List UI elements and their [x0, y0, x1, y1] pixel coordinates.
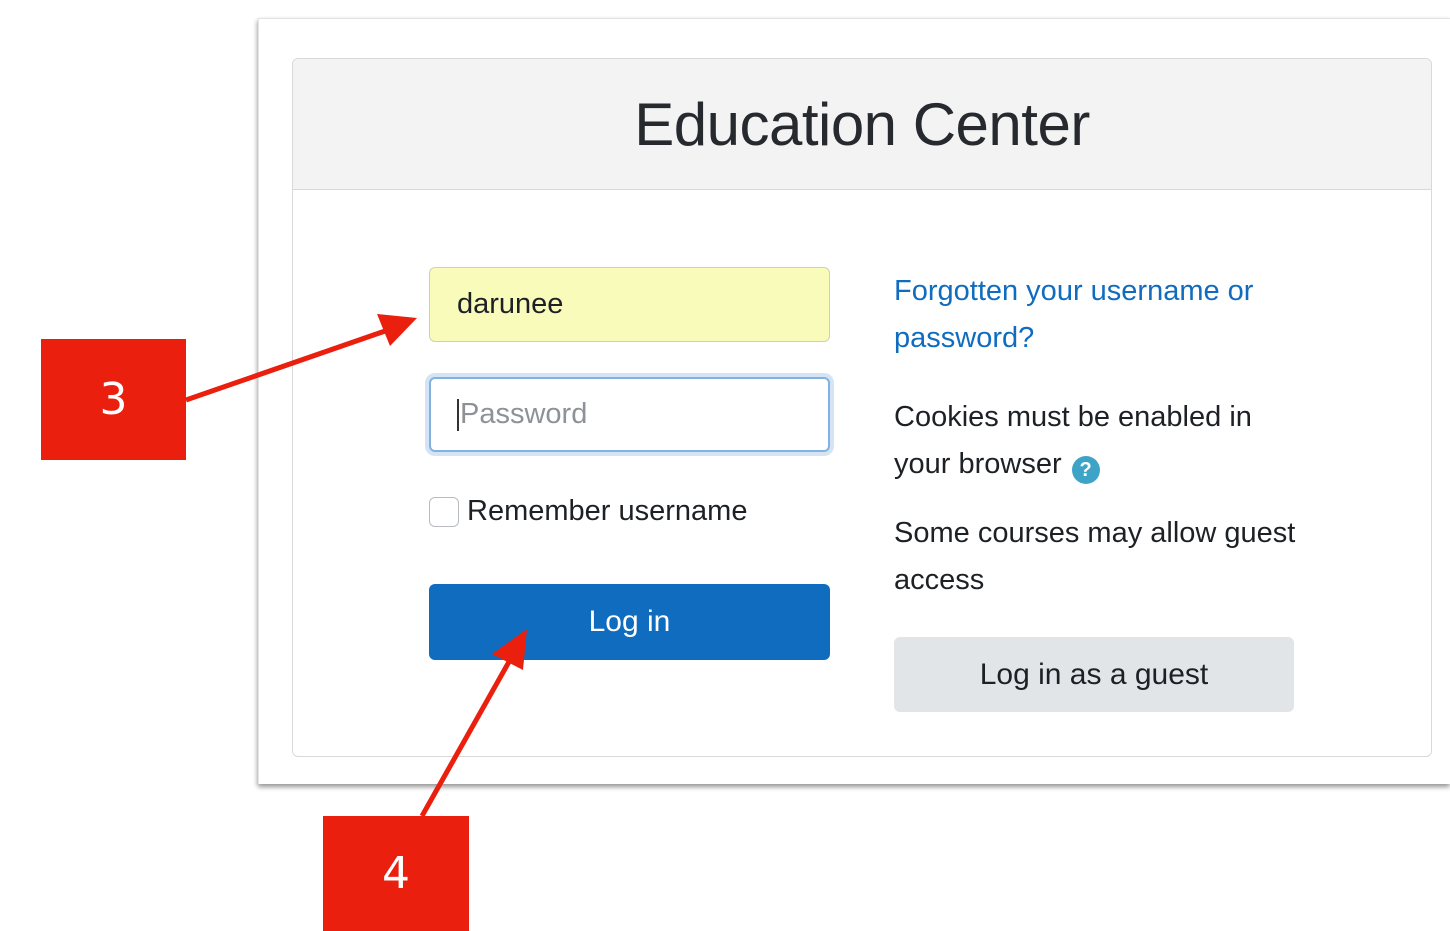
username-input[interactable]: darunee — [429, 267, 830, 342]
password-input[interactable]: Password — [429, 377, 830, 452]
cookies-notice: Cookies must be enabled in your browser? — [894, 394, 1314, 488]
remember-username-checkbox[interactable] — [429, 496, 459, 527]
username-value: darunee — [457, 288, 564, 320]
password-placeholder: Password — [460, 398, 588, 430]
page-title: Education Center — [634, 90, 1090, 158]
login-button[interactable]: Log in — [429, 584, 830, 660]
callout-3: 3 — [41, 339, 186, 460]
remember-username[interactable]: Remember username — [429, 495, 747, 528]
card-header: Education Center — [293, 59, 1431, 190]
text-caret — [457, 398, 459, 431]
guest-access-text: Some courses may allow guest access — [894, 517, 1296, 596]
remember-username-label[interactable]: Remember username — [467, 495, 747, 528]
guest-login-button[interactable]: Log in as a guest — [894, 637, 1294, 712]
question-circle-icon[interactable]: ? — [1071, 456, 1100, 484]
callout-4: 4 — [323, 816, 469, 931]
forgot-password-link[interactable]: Forgotten your username or password? — [894, 268, 1314, 362]
